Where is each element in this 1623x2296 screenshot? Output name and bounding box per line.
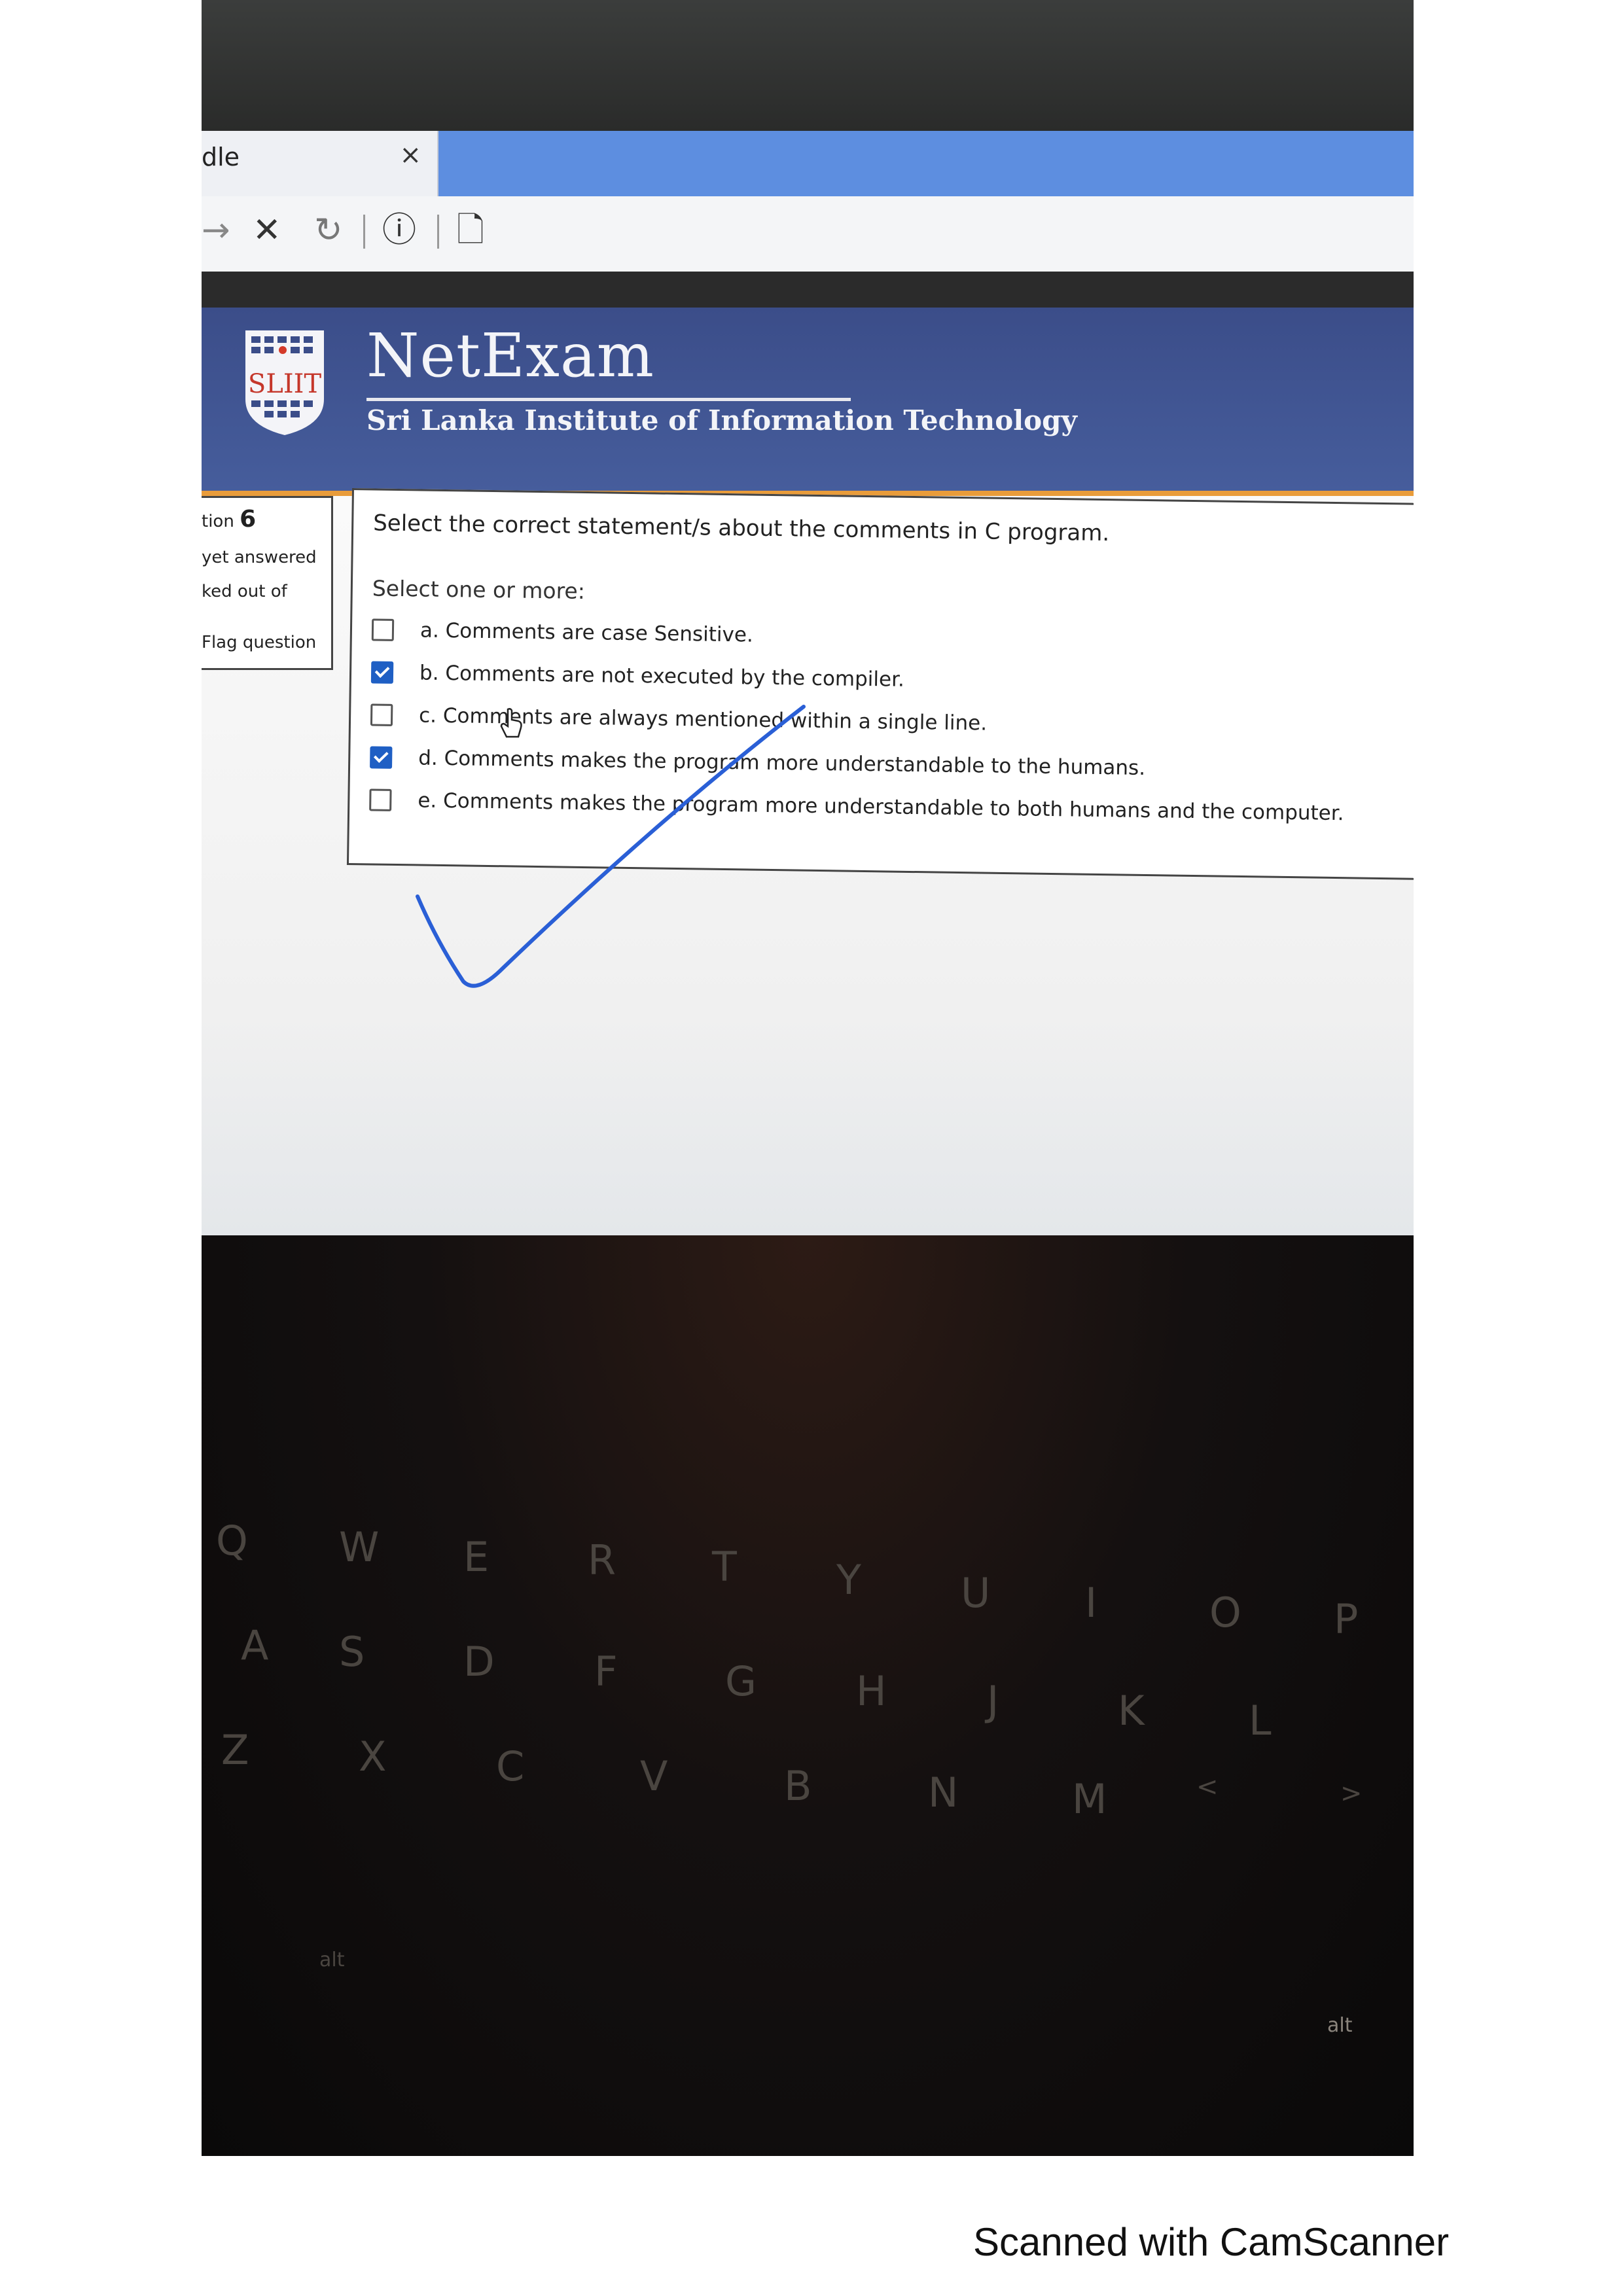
key-l[interactable]: L: [1249, 1697, 1272, 1744]
key-alt-left[interactable]: alt: [319, 1949, 344, 1971]
option-d[interactable]: d. Comments makes the program more under…: [370, 739, 1146, 786]
key-x[interactable]: X: [359, 1733, 386, 1780]
key-r[interactable]: R: [588, 1536, 616, 1584]
option-e-checkbox[interactable]: [369, 788, 392, 811]
nav-divider: [437, 215, 439, 249]
option-a-label: a. Comments are case Sensitive.: [419, 618, 754, 647]
site-info-icon[interactable]: ⓘ: [382, 211, 416, 250]
key-i[interactable]: I: [1085, 1579, 1097, 1627]
tab-close-icon[interactable]: ×: [399, 140, 421, 170]
option-d-label: d. Comments makes the program more under…: [418, 746, 1146, 780]
option-d-checkbox[interactable]: [370, 746, 393, 769]
key-c[interactable]: C: [496, 1742, 524, 1790]
option-a[interactable]: a. Comments are case Sensitive.: [371, 611, 754, 653]
browser-tab-strip: dle ×: [202, 131, 1414, 196]
key-n[interactable]: N: [928, 1769, 958, 1816]
key-v[interactable]: V: [640, 1752, 668, 1800]
photo-frame: dle × → ✕ ↻ ⓘ 🗋 SLIIT NetExam Sri Lanka …: [202, 0, 1414, 2156]
question-card: Select the correct statement/s about the…: [346, 488, 1414, 880]
key-e[interactable]: E: [463, 1533, 489, 1581]
option-b[interactable]: b. Comments are not executed by the comp…: [370, 654, 905, 698]
option-e-label: e. Comments makes the program more under…: [418, 788, 1344, 826]
key-d[interactable]: D: [463, 1638, 495, 1686]
screen-shadow: [202, 272, 1414, 308]
key-s[interactable]: S: [339, 1628, 365, 1676]
question-info-panel: tion 6 yet answered ked out of Flag ques…: [202, 496, 333, 670]
brand-divider: [366, 398, 851, 401]
option-c-checkbox[interactable]: [370, 703, 393, 726]
key-u[interactable]: U: [961, 1569, 990, 1617]
key-alt-right[interactable]: alt: [1327, 2014, 1352, 2037]
key-comma[interactable]: <: [1196, 1772, 1219, 1802]
question-number: tion 6: [202, 506, 256, 533]
key-o[interactable]: O: [1209, 1589, 1241, 1636]
key-q[interactable]: Q: [216, 1517, 248, 1564]
key-g[interactable]: G: [725, 1657, 757, 1705]
option-b-checkbox[interactable]: [370, 661, 394, 684]
stop-icon[interactable]: ✕: [253, 211, 281, 250]
option-b-label: b. Comments are not executed by the comp…: [419, 661, 905, 692]
key-w[interactable]: W: [339, 1523, 379, 1571]
key-y[interactable]: Y: [836, 1556, 861, 1604]
browser-tab[interactable]: dle ×: [202, 131, 438, 196]
question-text: Select the correct statement/s about the…: [372, 510, 1110, 547]
sliit-logo: SLIIT: [245, 330, 324, 435]
key-a[interactable]: A: [241, 1621, 268, 1669]
tab-title: dle: [202, 143, 240, 171]
forward-icon[interactable]: →: [202, 211, 230, 250]
logo-text: SLIIT: [248, 369, 322, 399]
answer-prompt: Select one or more:: [372, 575, 586, 604]
brand-name: NetExam: [366, 321, 655, 391]
option-a-checkbox[interactable]: [371, 618, 395, 641]
key-p[interactable]: P: [1334, 1595, 1358, 1643]
option-c[interactable]: c. Comments are always mentioned within …: [370, 696, 988, 741]
key-h[interactable]: H: [856, 1667, 887, 1715]
question-number-value: 6: [240, 506, 257, 533]
key-m[interactable]: M: [1072, 1775, 1107, 1823]
laptop-keyboard: Q W E R T Y U I O P A S D F G H J K L Z …: [202, 1235, 1414, 2156]
site-header: SLIIT NetExam Sri Lanka Institute of Inf…: [202, 308, 1414, 491]
key-f[interactable]: F: [594, 1648, 618, 1695]
brand-subtitle: Sri Lanka Institute of Information Techn…: [366, 404, 1077, 436]
key-z[interactable]: Z: [221, 1726, 249, 1774]
key-k[interactable]: K: [1118, 1687, 1145, 1735]
question-marks: ked out of: [202, 582, 287, 601]
question-label: tion: [202, 512, 234, 531]
key-period[interactable]: >: [1340, 1778, 1363, 1809]
browser-nav-bar: → ✕ ↻ ⓘ 🗋: [202, 196, 1414, 273]
option-e[interactable]: e. Comments makes the program more under…: [369, 781, 1344, 832]
monitor-bezel: [202, 0, 1414, 131]
key-t[interactable]: T: [712, 1543, 737, 1591]
nav-divider: [363, 215, 365, 249]
reload-icon[interactable]: ↻: [314, 211, 343, 250]
page-icon[interactable]: 🗋: [457, 211, 484, 250]
quiz-page: tion 6 yet answered ked out of Flag ques…: [202, 488, 1414, 1235]
question-status: yet answered: [202, 548, 317, 567]
key-j[interactable]: J: [987, 1677, 999, 1725]
scanner-watermark: Scanned with CamScanner: [973, 2220, 1450, 2264]
key-b[interactable]: B: [784, 1762, 812, 1810]
flag-question-link[interactable]: Flag question: [202, 633, 316, 652]
hand-cursor-icon: [500, 708, 522, 738]
